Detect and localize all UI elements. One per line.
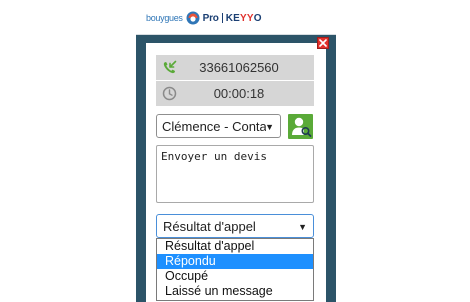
- contact-search-icon: [292, 117, 312, 137]
- chevron-down-icon: ▼: [298, 222, 307, 232]
- brand-keyyo-part-2: YY: [240, 12, 254, 24]
- close-button[interactable]: [317, 37, 329, 49]
- contact-select-value: Clémence - Conta: [162, 118, 266, 134]
- brand-logo: bouygues Pro KEYYO: [146, 9, 262, 27]
- brand-mark-icon: [186, 11, 200, 25]
- phone-incoming-icon: [163, 60, 177, 74]
- brand-keyyo-part-3: O: [253, 12, 262, 24]
- chevron-down-icon: ▼: [265, 122, 274, 132]
- close-icon: [319, 39, 327, 47]
- brand-separator: [221, 13, 223, 23]
- phone-number-value: 33661062560: [199, 60, 279, 75]
- brand-pro-text: Pro: [202, 12, 219, 24]
- clock-icon: [162, 86, 177, 101]
- call-duration-row: 00:00:18: [156, 81, 314, 106]
- brand-keyyo-text: KEYYO: [226, 13, 262, 24]
- phone-number-row: 33661062560: [156, 55, 314, 80]
- dropdown-option-resultat[interactable]: Résultat d'appel: [157, 239, 313, 254]
- dropdown-option-repondu[interactable]: Répondu: [157, 254, 313, 269]
- call-result-select-value: Résultat d'appel: [163, 218, 256, 234]
- notes-textarea[interactable]: Envoyer un devis: [156, 145, 314, 203]
- contact-search-button[interactable]: [288, 114, 313, 139]
- contact-select[interactable]: Clémence - Conta ▼: [156, 114, 281, 138]
- header-bar: bouygues Pro KEYYO: [136, 0, 336, 35]
- brand-bouygues-text: bouygues: [146, 13, 183, 23]
- dropdown-option-laisse-message[interactable]: Laissé un message: [157, 284, 313, 299]
- call-result-select[interactable]: Résultat d'appel ▼: [156, 214, 314, 238]
- call-result-dropdown: Résultat d'appel Répondu Occupé Laissé u…: [156, 238, 314, 301]
- call-duration-value: 00:00:18: [213, 86, 265, 101]
- brand-keyyo-part-1: KE: [225, 12, 241, 24]
- dropdown-option-occupe[interactable]: Occupé: [157, 269, 313, 284]
